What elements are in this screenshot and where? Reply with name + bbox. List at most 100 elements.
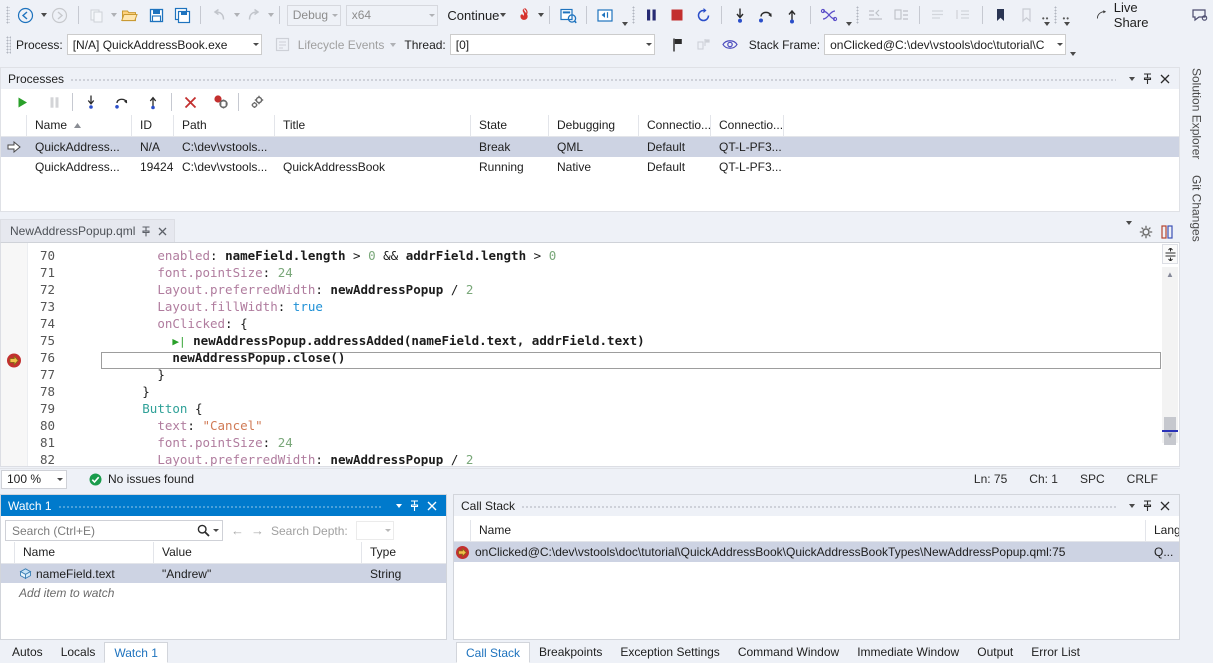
search-previous-button[interactable]: ←	[231, 523, 244, 538]
undo-button[interactable]	[206, 4, 232, 26]
tab-immediate-window[interactable]: Immediate Window	[848, 642, 968, 663]
column-header-name[interactable]: Name	[471, 520, 1146, 541]
processes-close-button[interactable]	[1156, 70, 1173, 88]
tab-locals[interactable]: Locals	[52, 642, 105, 663]
restart-button[interactable]	[690, 4, 716, 26]
column-header-name[interactable]: Name	[27, 115, 132, 136]
search-input[interactable]: Search (Ctrl+E)	[12, 524, 197, 538]
step-over-button[interactable]	[753, 4, 779, 26]
processes-settings-button[interactable]	[244, 91, 270, 113]
column-header-value[interactable]: Value	[154, 542, 362, 563]
scroll-up-button[interactable]: ▲	[1162, 267, 1178, 282]
solution-platform-dropdown[interactable]: x64	[346, 5, 438, 26]
line-ending-indicator[interactable]: CRLF	[1127, 472, 1158, 486]
editor-vertical-scrollbar[interactable]: ▲ ▼	[1162, 267, 1178, 443]
editor-tab-newaddresspopup[interactable]: NewAddressPopup.qml	[0, 219, 175, 242]
tab-error-list[interactable]: Error List	[1022, 642, 1089, 663]
lifecycle-events-icon-button[interactable]	[270, 34, 296, 56]
send-feedback-button[interactable]	[1187, 4, 1213, 26]
flagged-modules-button[interactable]	[691, 34, 717, 56]
debug-toolbar-overflow[interactable]	[1066, 34, 1078, 56]
threads-overflow[interactable]	[842, 4, 854, 26]
attach-to-process-button[interactable]	[555, 4, 581, 26]
processes-continue-button[interactable]	[9, 91, 35, 113]
flag-thread-button[interactable]	[665, 34, 691, 56]
code-line[interactable]: 75 ▶| newAddressPopup.addressAdded(nameF…	[1, 332, 1179, 349]
show-threads-in-source-button[interactable]	[717, 34, 743, 56]
continue-button[interactable]: Continue	[446, 4, 499, 26]
watch-options-button[interactable]	[389, 497, 406, 515]
navigate-forward-button[interactable]	[47, 4, 73, 26]
table-row[interactable]: onClicked@C:\dev\vstools\doc\tutorial\Qu…	[454, 542, 1179, 562]
column-header-id[interactable]: ID	[132, 115, 174, 136]
watch-close-button[interactable]	[423, 497, 440, 515]
clear-bookmarks-button[interactable]	[1014, 4, 1040, 26]
call-stack-pin-button[interactable]	[1139, 497, 1156, 515]
step-out-button[interactable]	[779, 4, 805, 26]
tab-breakpoints[interactable]: Breakpoints	[530, 642, 611, 663]
increase-indent-button[interactable]	[888, 4, 914, 26]
table-row[interactable]: QuickAddress... 19424 C:\dev\vstools... …	[1, 157, 1179, 177]
vertical-tab-git-changes[interactable]: Git Changes	[1188, 167, 1206, 250]
code-line[interactable]: 80 text: "Cancel"	[1, 417, 1179, 434]
search-next-button[interactable]: →	[251, 523, 264, 538]
toolbar-grip[interactable]	[632, 6, 636, 24]
watch-search-box[interactable]: Search (Ctrl+E)	[5, 520, 223, 541]
code-line[interactable]: 79 Button {	[1, 400, 1179, 417]
call-stack-close-button[interactable]	[1156, 497, 1173, 515]
cell-value[interactable]: "Andrew"	[154, 564, 362, 584]
column-header-state[interactable]: State	[471, 115, 549, 136]
column-header-connection2[interactable]: Connectio...	[711, 115, 784, 136]
call-stack-options-button[interactable]	[1122, 497, 1139, 515]
break-all-button[interactable]	[638, 4, 664, 26]
code-line[interactable]: 73 Layout.fillWidth: true	[1, 298, 1179, 315]
comment-button[interactable]	[925, 4, 951, 26]
processes-options-button[interactable]	[1122, 70, 1139, 88]
lifecycle-dropdown-caret[interactable]	[390, 43, 396, 47]
live-share-button[interactable]: Live Share	[1096, 0, 1157, 30]
table-row[interactable]: QuickAddress... N/A C:\dev\vstools... Br…	[1, 137, 1179, 157]
redo-dropdown-caret[interactable]	[268, 13, 274, 17]
tab-watch-1[interactable]: Watch 1	[104, 642, 168, 663]
code-line[interactable]: 71 font.pointSize: 24	[1, 264, 1179, 281]
cell-value-empty[interactable]	[154, 583, 362, 603]
tab-call-stack[interactable]: Call Stack	[456, 642, 530, 663]
redo-button[interactable]	[240, 4, 266, 26]
uncomment-button[interactable]	[951, 4, 977, 26]
column-header-type[interactable]: Type	[362, 542, 446, 563]
step-into-button[interactable]	[727, 4, 753, 26]
watch-add-row[interactable]: Add item to watch	[1, 583, 446, 602]
editor-tab-pin-button[interactable]	[141, 226, 152, 237]
code-line[interactable]: 78 }	[1, 383, 1179, 400]
code-line[interactable]: 72 Layout.preferredWidth: newAddressPopu…	[1, 281, 1179, 298]
code-line[interactable]: 70 enabled: nameField.length > 0 && addr…	[1, 247, 1179, 264]
toolbar-grip[interactable]	[1054, 6, 1058, 24]
spaces-indicator[interactable]: SPC	[1080, 472, 1105, 486]
processes-step-over-button[interactable]	[109, 91, 135, 113]
save-all-button[interactable]	[169, 4, 195, 26]
code-line[interactable]: 76 newAddressPopup.close()	[1, 349, 1179, 366]
run-to-here-arrow-icon[interactable]: ▶|	[172, 335, 185, 348]
scroll-down-button[interactable]: ▼	[1162, 428, 1178, 443]
bookmarks-overflow[interactable]: ••	[1040, 4, 1052, 26]
processes-pin-button[interactable]	[1139, 70, 1156, 88]
vertical-tab-solution-explorer[interactable]: Solution Explorer	[1188, 60, 1206, 167]
tab-output[interactable]: Output	[968, 642, 1022, 663]
hot-reload-button[interactable]	[510, 4, 536, 26]
preview-changes-button[interactable]	[1160, 225, 1174, 239]
navigate-backward-button[interactable]	[13, 4, 39, 26]
editor-settings-button[interactable]	[1139, 225, 1153, 239]
code-line[interactable]: 74 onClicked: {	[1, 315, 1179, 332]
tab-exception-settings[interactable]: Exception Settings	[611, 642, 728, 663]
thread-dropdown[interactable]: [0]	[450, 34, 655, 55]
window-layout-button[interactable]	[592, 4, 618, 26]
hot-reload-dropdown-caret[interactable]	[538, 13, 544, 17]
save-button[interactable]	[143, 4, 169, 26]
processes-step-into-button[interactable]	[78, 91, 104, 113]
editor-tab-overflow-button[interactable]	[1124, 225, 1132, 239]
column-header-title[interactable]: Title	[275, 115, 471, 136]
stack-frame-dropdown[interactable]: onClicked@C:\dev\vstools\doc\tutorial\C	[824, 34, 1066, 55]
stop-debugging-button[interactable]	[664, 4, 690, 26]
decrease-indent-button[interactable]	[862, 4, 888, 26]
editor-tab-close-button[interactable]	[158, 227, 167, 236]
